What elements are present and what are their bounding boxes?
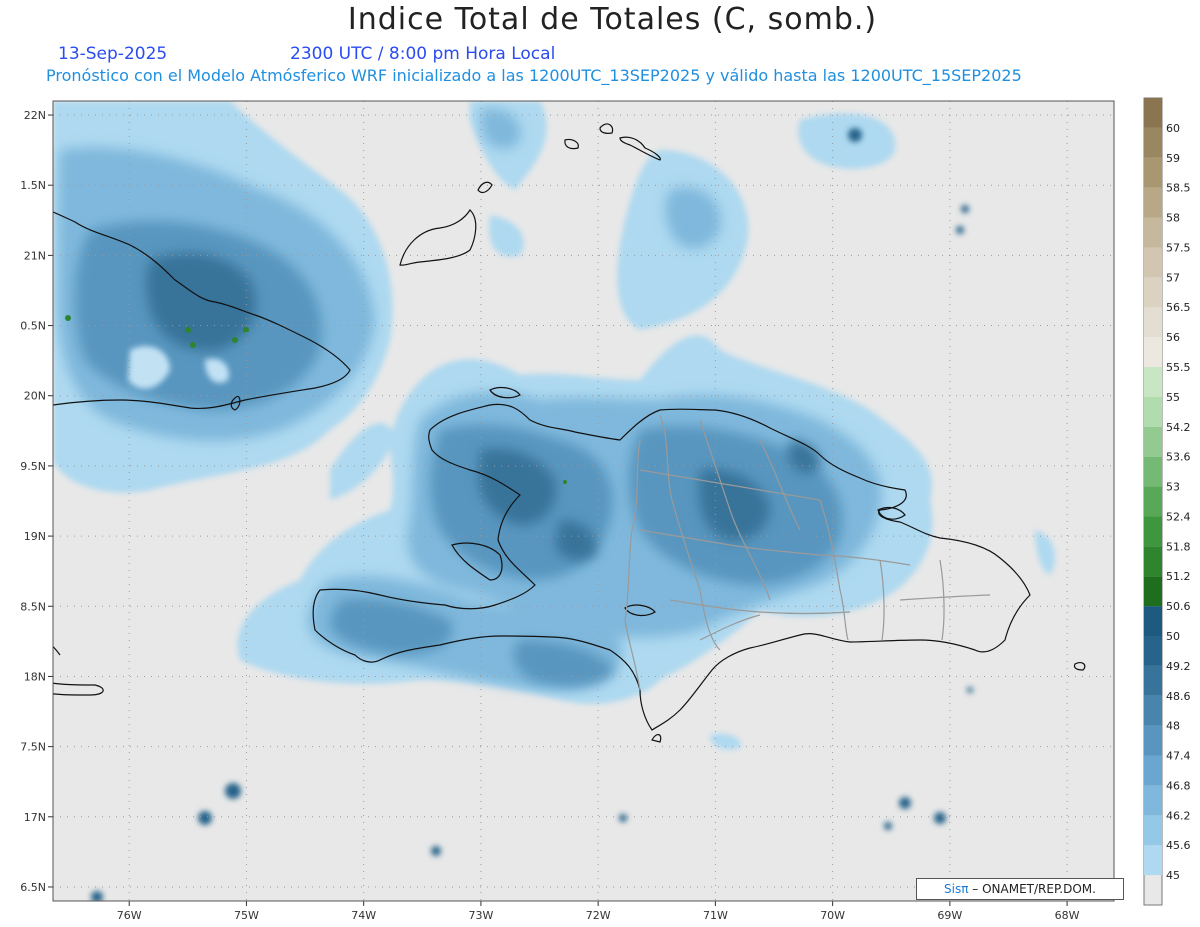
legend-label: 60 (1166, 122, 1180, 135)
legend-label: 55.5 (1166, 361, 1191, 374)
lat-tick-label: 7.5N (20, 741, 46, 754)
lat-tick-label: 9.5N (20, 460, 46, 473)
legend-swatch (1144, 307, 1162, 338)
lat-tick-label: 21N (24, 249, 46, 262)
legend-label: 51.8 (1166, 540, 1191, 553)
lat-tick-label: 1.5N (20, 179, 46, 192)
lat-tick-label: 8.5N (20, 600, 46, 613)
legend-swatch (1144, 456, 1162, 487)
legend-swatch (1144, 695, 1162, 726)
legend-swatch (1144, 217, 1162, 248)
legend-swatch (1144, 396, 1162, 427)
legend-swatch (1144, 845, 1162, 876)
legend-label: 57.5 (1166, 241, 1191, 254)
lon-tick-label: 75W (234, 909, 259, 922)
lon-tick-label: 68W (1055, 909, 1080, 922)
legend-swatch (1144, 606, 1162, 636)
lat-tick-label: 17N (24, 811, 46, 824)
legend-label: 50 (1166, 630, 1180, 643)
legend-label: 48.6 (1166, 690, 1191, 703)
legend-swatch (1144, 636, 1162, 666)
lat-tick-label: 20N (24, 390, 46, 403)
weather-map: 22N 1.5N 21N 0.5N 20N 9.5N 19N 8.5N 18N 7.5N 17N 6.… (20, 97, 1191, 922)
legend-swatch (1144, 516, 1162, 547)
legend-swatch (1144, 367, 1162, 397)
legend-label: 46.2 (1166, 809, 1191, 822)
legend-swatch (1144, 277, 1162, 308)
lat-tick-label: 0.5N (20, 320, 46, 333)
legend-swatch (1144, 98, 1162, 128)
credit-label: Sisπ – ONAMET/REP.DOM. (916, 878, 1124, 900)
lon-tick-label: 71W (703, 909, 728, 922)
legend-label: 58 (1166, 212, 1180, 225)
legend-swatch (1144, 187, 1162, 218)
legend-swatch (1144, 337, 1162, 367)
legend-label: 49.2 (1166, 660, 1191, 673)
legend-label: 55 (1166, 391, 1180, 404)
legend-swatch (1144, 546, 1162, 577)
legend-swatch (1144, 725, 1162, 756)
lat-tick-label: 18N (24, 670, 46, 683)
legend-swatch (1144, 665, 1162, 696)
color-legend: 45 45.6 46.2 46.8 47.4 48 48.6 49.2 50 50.6 51.2 51… (1143, 97, 1191, 906)
legend-swatch (1144, 247, 1162, 278)
lon-tick-label: 69W (937, 909, 962, 922)
legend-label: 58.5 (1166, 182, 1191, 195)
legend-label: 53.6 (1166, 451, 1191, 464)
credit-text: – ONAMET/REP.DOM. (968, 882, 1096, 896)
legend-label: 52.4 (1166, 510, 1191, 523)
legend-swatch (1144, 157, 1162, 188)
legend-swatch (1144, 785, 1162, 816)
legend-label: 59 (1166, 152, 1180, 165)
legend-label: 46.8 (1166, 779, 1191, 792)
legend-label: 53 (1166, 481, 1180, 494)
legend-swatch (1144, 486, 1162, 517)
legend-swatch (1144, 426, 1162, 457)
legend-label: 45 (1166, 869, 1180, 882)
legend-swatch (1144, 815, 1162, 846)
lat-tick-label: 6.5N (20, 881, 46, 894)
legend-label: 48 (1166, 720, 1180, 733)
legend-label: 54.2 (1166, 421, 1191, 434)
legend-label: 47.4 (1166, 750, 1191, 763)
lon-tick-label: 76W (117, 909, 142, 922)
lat-tick-label: 22N (24, 109, 46, 122)
legend-swatch (1144, 755, 1162, 786)
legend-label: 45.6 (1166, 839, 1191, 852)
lat-tick-label: 19N (24, 530, 46, 543)
legend-swatch (1144, 576, 1162, 607)
legend-label: 50.6 (1166, 600, 1191, 613)
legend-label: 57 (1166, 271, 1180, 284)
lon-tick-label: 74W (351, 909, 376, 922)
legend-label: 56.5 (1166, 301, 1191, 314)
lon-tick-label: 70W (820, 909, 845, 922)
legend-label: 56 (1166, 331, 1180, 344)
legend-swatch (1144, 127, 1162, 158)
legend-label: 51.2 (1166, 570, 1191, 583)
lon-tick-label: 73W (468, 909, 493, 922)
lon-tick-label: 72W (586, 909, 611, 922)
sispi-logo: Sisπ (944, 882, 969, 896)
